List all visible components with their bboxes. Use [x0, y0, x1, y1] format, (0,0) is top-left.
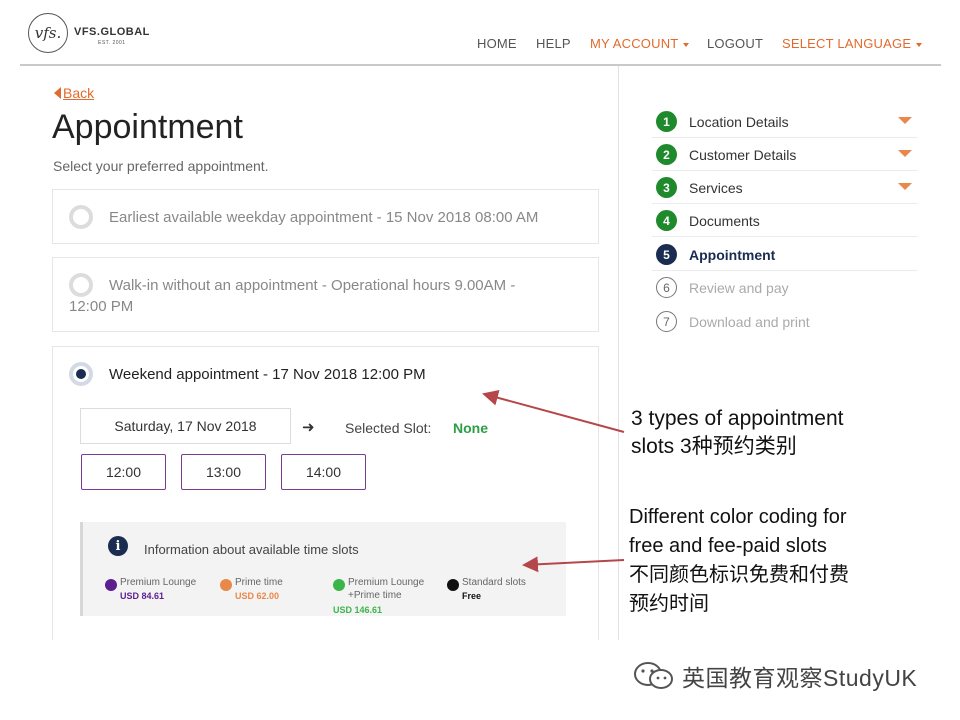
step-documents[interactable]: 4 Documents	[652, 204, 918, 237]
legend-premium-prime-line2: +Prime time	[348, 590, 402, 601]
slot-button-1400[interactable]: 14:00	[281, 454, 366, 490]
step-label: Customer Details	[689, 147, 797, 163]
step-appointment[interactable]: 5 Appointment	[652, 238, 918, 271]
step-label: Review and pay	[689, 280, 789, 296]
selected-slot-label: Selected Slot:	[345, 420, 432, 436]
step-label: Services	[689, 180, 743, 196]
radio-earliest[interactable]	[69, 205, 93, 229]
radio-walk-in[interactable]	[69, 273, 93, 297]
back-arrow-icon	[54, 87, 61, 99]
legend-prime-time: Prime time	[235, 577, 283, 588]
legend-dot-prime-time	[220, 579, 232, 591]
step-services[interactable]: 3 Services	[652, 171, 918, 204]
step-customer-details[interactable]: 2 Customer Details	[652, 138, 918, 171]
legend-premium-lounge-price: USD 84.61	[120, 591, 165, 601]
annotation-types-line1: 3 types of appointment	[631, 407, 844, 430]
option-earliest-label: Earliest available weekday appointment -…	[109, 209, 539, 226]
nav-home[interactable]: HOME	[477, 36, 517, 51]
nav-select-language-label: SELECT LANGUAGE	[782, 36, 912, 51]
option-walk-in-label-line1: Walk-in without an appointment - Operati…	[109, 277, 516, 294]
legend-prime-time-price: USD 62.00	[235, 591, 280, 601]
annotation-colors-line4: 预约时间	[629, 593, 709, 615]
nav-logout[interactable]: LOGOUT	[707, 36, 763, 51]
header-divider	[20, 64, 941, 66]
step-location-details[interactable]: 1 Location Details	[652, 105, 918, 138]
info-title: Information about available time slots	[144, 542, 359, 557]
annotation-colors-line1: Different color coding for	[629, 506, 847, 528]
back-link[interactable]: Back	[54, 85, 94, 101]
caret-down-icon	[916, 42, 923, 47]
logo-wordmark: VFS.GLOBAL	[74, 26, 150, 38]
step-label: Appointment	[689, 247, 776, 263]
nav-my-account-label: MY ACCOUNT	[590, 36, 679, 51]
caret-down-icon[interactable]	[898, 117, 912, 124]
step-number: 4	[656, 210, 677, 231]
legend-standard: Standard slots	[462, 577, 526, 588]
step-number: 3	[656, 177, 677, 198]
slot-button-1200[interactable]: 12:00	[81, 454, 166, 490]
legend-premium-prime-price: USD 146.61	[333, 605, 383, 615]
option-walk-in[interactable]: Walk-in without an appointment - Operati…	[52, 257, 599, 332]
watermark-text: 英国教育观察StudyUK	[682, 665, 918, 691]
legend-dot-premium-prime	[333, 579, 345, 591]
info-icon: i	[108, 536, 128, 556]
time-slot-info-panel	[80, 522, 566, 616]
legend-dot-premium-lounge	[105, 579, 117, 591]
legend-standard-price: Free	[462, 591, 482, 601]
legend-premium-prime-line1: Premium Lounge	[348, 577, 425, 588]
step-number: 6	[656, 277, 677, 298]
step-number: 1	[656, 111, 677, 132]
option-earliest-weekday[interactable]: Earliest available weekday appointment -…	[52, 189, 599, 244]
annotation-colors-line2: free and fee-paid slots	[629, 535, 827, 557]
legend-premium-lounge: Premium Lounge	[120, 577, 197, 588]
legend-dot-standard	[447, 579, 459, 591]
nav-select-language[interactable]: SELECT LANGUAGE	[782, 36, 923, 51]
annotation-types-line2: slots 3种预约类别	[631, 435, 797, 458]
panel-divider	[618, 66, 619, 640]
wechat-icon	[634, 662, 673, 689]
step-label: Location Details	[689, 114, 789, 130]
watermark: 英国教育观察StudyUK	[632, 660, 917, 692]
caret-down-icon[interactable]	[898, 150, 912, 157]
nav-help[interactable]: HELP	[536, 36, 571, 51]
annotation-colors-line3: 不同颜色标识免费和付费	[629, 564, 849, 586]
step-review-and-pay: 6 Review and pay	[652, 271, 918, 304]
step-download-and-print: 7 Download and print	[652, 305, 918, 338]
arrow-right-icon: ➜	[302, 419, 315, 436]
nav-my-account[interactable]: MY ACCOUNT	[590, 36, 690, 51]
logo-established: EST. 2001	[98, 40, 126, 46]
step-label: Download and print	[689, 314, 810, 330]
radio-weekend-selected[interactable]	[69, 362, 93, 386]
date-picker[interactable]: Saturday, 17 Nov 2018	[80, 408, 291, 444]
option-walk-in-label-line2: 12:00 PM	[69, 298, 134, 315]
page-subtitle: Select your preferred appointment.	[53, 158, 269, 174]
step-label: Documents	[689, 213, 760, 229]
back-label: Back	[63, 85, 95, 101]
step-number: 5	[656, 244, 677, 265]
vfs-logo[interactable]: vfs.	[28, 13, 68, 53]
slot-button-1300[interactable]: 13:00	[181, 454, 266, 490]
option-weekend-label: Weekend appointment - 17 Nov 2018 12:00 …	[109, 366, 426, 383]
step-number: 2	[656, 144, 677, 165]
caret-down-icon[interactable]	[898, 183, 912, 190]
selected-slot-value: None	[453, 420, 488, 436]
step-number: 7	[656, 311, 677, 332]
logo-mark: vfs.	[34, 24, 62, 42]
page-title: Appointment	[52, 108, 243, 146]
caret-down-icon	[683, 42, 690, 47]
